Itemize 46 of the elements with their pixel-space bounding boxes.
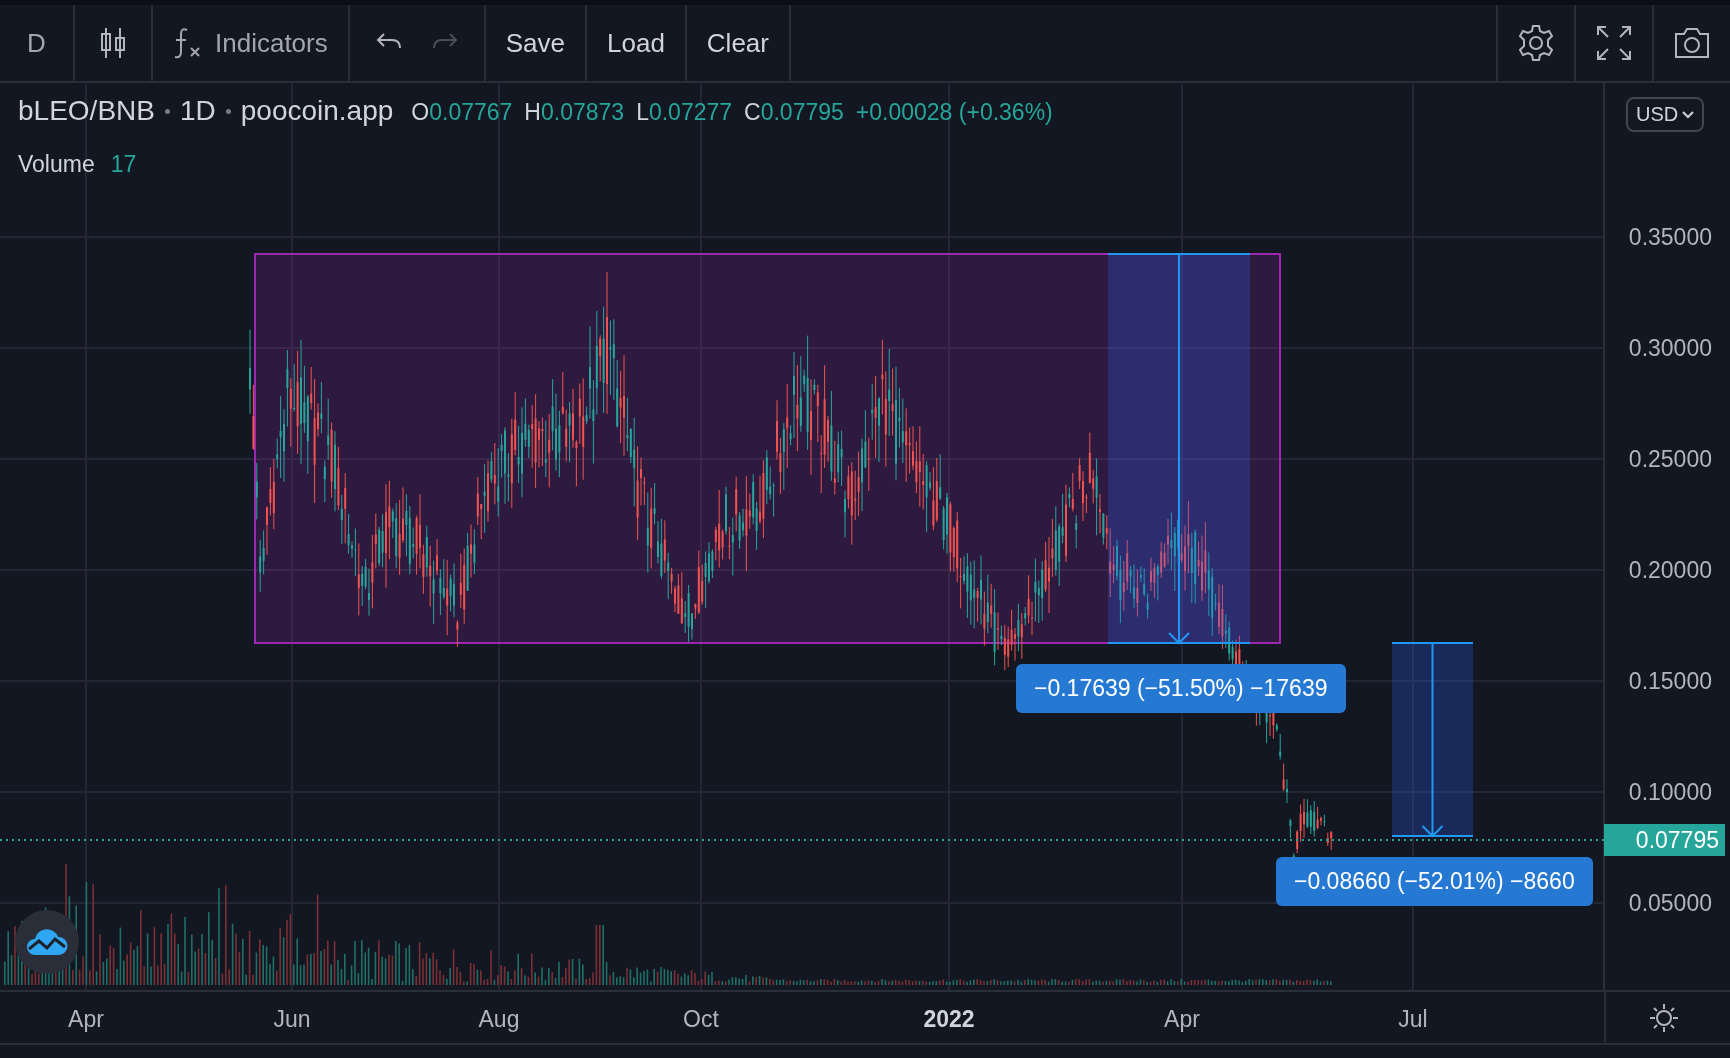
camera-icon	[1672, 26, 1712, 60]
time-axis-label: Oct	[683, 1006, 719, 1033]
toolbar-button[interactable]: Save	[485, 5, 587, 81]
measure-label: −0.08660 (−52.01%) −8660	[1276, 857, 1593, 906]
ohlc-key: O	[411, 99, 430, 125]
time-axis-label: Jun	[273, 1006, 311, 1033]
time-axis-label: 2022	[923, 1006, 975, 1033]
volume-value: 17	[110, 151, 137, 178]
time-axis-label: Aug	[478, 1006, 520, 1033]
ohlc-key: C	[744, 99, 761, 125]
ohlc-value: 0.07277	[648, 99, 733, 125]
ohlc-value: 0.07767	[429, 99, 513, 125]
current-price-label: 0.07795	[1604, 824, 1725, 856]
ohlc-key: L	[636, 99, 649, 125]
measure-label: −0.17639 (−51.50%) −17639	[1016, 664, 1346, 713]
price-axis-label: 0.10000	[1628, 779, 1712, 805]
price-axis-label: 0.35000	[1628, 224, 1712, 250]
interval-label: 1D	[179, 95, 216, 127]
ohlc-key: H	[524, 99, 541, 125]
time-axis-label: Apr	[1164, 1006, 1200, 1033]
time-axis-label: Jul	[1398, 1006, 1428, 1033]
fullscreen-icon	[1596, 25, 1632, 61]
ohlc-value: 0.07795	[760, 99, 844, 125]
settings-icon	[1516, 23, 1556, 63]
price-axis-label: 0.15000	[1628, 668, 1712, 694]
candlestick-icon	[98, 26, 128, 60]
volume-label: Volume	[18, 151, 95, 178]
function-icon	[173, 26, 203, 60]
brightness-icon[interactable]	[1648, 1002, 1680, 1034]
price-axis-label: 0.25000	[1628, 446, 1712, 472]
indicators-button[interactable]: Indicators	[153, 5, 350, 81]
price-axis-label: 0.30000	[1628, 335, 1712, 361]
price-axis-label: 0.05000	[1628, 890, 1712, 916]
source-label: poocoin.app	[240, 95, 394, 127]
interval-button[interactable]: D	[0, 5, 75, 81]
change-value: +0.00028 (+0.36%)	[855, 99, 1053, 126]
cloud-chart-icon	[25, 927, 69, 957]
symbol-name: bLEO/BNB	[18, 95, 155, 127]
toolbar-button[interactable]: Clear	[686, 5, 791, 81]
time-axis-label: Apr	[68, 1006, 104, 1033]
logo-button[interactable]	[15, 910, 79, 974]
caret-icon	[1682, 110, 1695, 119]
toolbar-button[interactable]: Load	[587, 5, 687, 81]
currency-dropdown[interactable]: USD	[1626, 97, 1705, 132]
price-axis-label: 0.20000	[1628, 557, 1712, 583]
ohlc-value: 0.07873	[541, 99, 625, 125]
